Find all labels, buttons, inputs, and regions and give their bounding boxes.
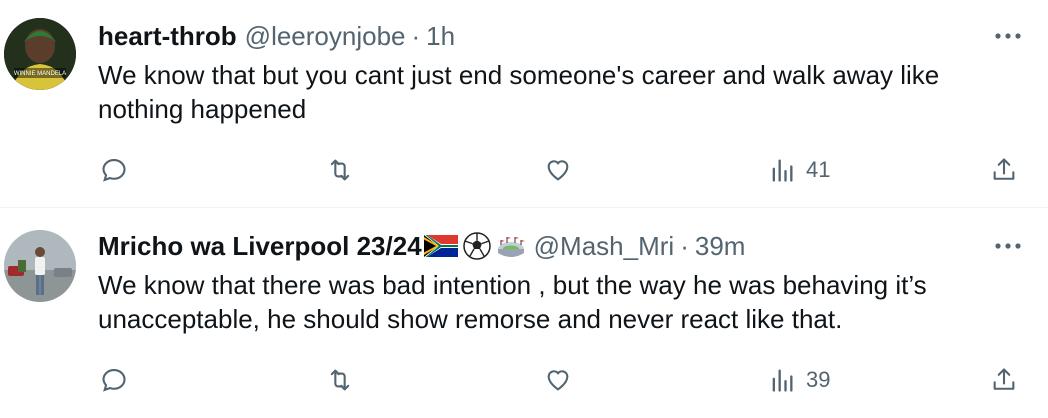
views-count: 39 xyxy=(806,367,831,392)
views-chart-icon xyxy=(772,369,793,392)
tweet-text: We know that but you cant just end someo… xyxy=(98,60,940,124)
more-horizontal-icon xyxy=(995,33,1021,39)
share-icon xyxy=(993,158,1015,180)
tweet[interactable]: Mricho wa Liverpool 23/24 @Mash_Mri · 39… xyxy=(0,208,1048,418)
soccer-ball-icon xyxy=(462,232,491,260)
heart-icon xyxy=(547,370,569,391)
reply-icon xyxy=(102,159,126,182)
timestamp[interactable]: 1h xyxy=(426,21,455,52)
display-name[interactable]: Mricho wa Liverpool 23/24 xyxy=(98,231,422,262)
views-button[interactable]: 41 xyxy=(768,150,830,190)
separator-dot: · xyxy=(411,20,421,51)
tweet[interactable]: WINNIE MANDELA heart-throb @leeroynjobe … xyxy=(0,0,1048,208)
avatar-caption: WINNIE MANDELA xyxy=(14,71,66,77)
retweet-button[interactable] xyxy=(326,360,354,400)
avatar[interactable] xyxy=(4,230,76,302)
reply-icon xyxy=(102,369,126,392)
display-name[interactable]: heart-throb xyxy=(98,21,237,52)
more-horizontal-icon xyxy=(995,243,1021,249)
tweet-header: heart-throb @leeroynjobe · 1h xyxy=(98,18,455,54)
like-button[interactable] xyxy=(544,360,572,400)
retweet-icon xyxy=(330,369,350,391)
tweet-actions: 41 xyxy=(0,150,1048,190)
separator-dot: · xyxy=(680,230,689,261)
tweet-header: Mricho wa Liverpool 23/24 @Mash_Mri · 39… xyxy=(98,228,745,264)
views-button[interactable]: 39 xyxy=(768,360,830,400)
user-handle[interactable]: @Mash_Mri xyxy=(534,231,675,262)
south-africa-flag-icon xyxy=(423,235,458,257)
avatar[interactable]: WINNIE MANDELA xyxy=(4,18,76,90)
share-button[interactable] xyxy=(990,150,1018,190)
views-count: 41 xyxy=(806,157,831,182)
more-options-button[interactable] xyxy=(988,234,1028,258)
heart-icon xyxy=(547,160,569,181)
retweet-icon xyxy=(330,159,350,181)
user-handle[interactable]: @leeroynjobe xyxy=(245,21,406,52)
tweet-text: We know that there was bad intention , b… xyxy=(98,270,927,334)
timestamp[interactable]: 39m xyxy=(695,231,746,262)
retweet-button[interactable] xyxy=(326,150,354,190)
stadium-icon xyxy=(497,237,525,257)
reply-button[interactable] xyxy=(100,150,128,190)
share-button[interactable] xyxy=(990,360,1018,400)
more-options-button[interactable] xyxy=(988,24,1028,48)
views-chart-icon xyxy=(772,159,793,182)
share-icon xyxy=(993,368,1015,390)
like-button[interactable] xyxy=(544,150,572,190)
tweet-actions: 39 xyxy=(0,360,1048,400)
reply-button[interactable] xyxy=(100,360,128,400)
